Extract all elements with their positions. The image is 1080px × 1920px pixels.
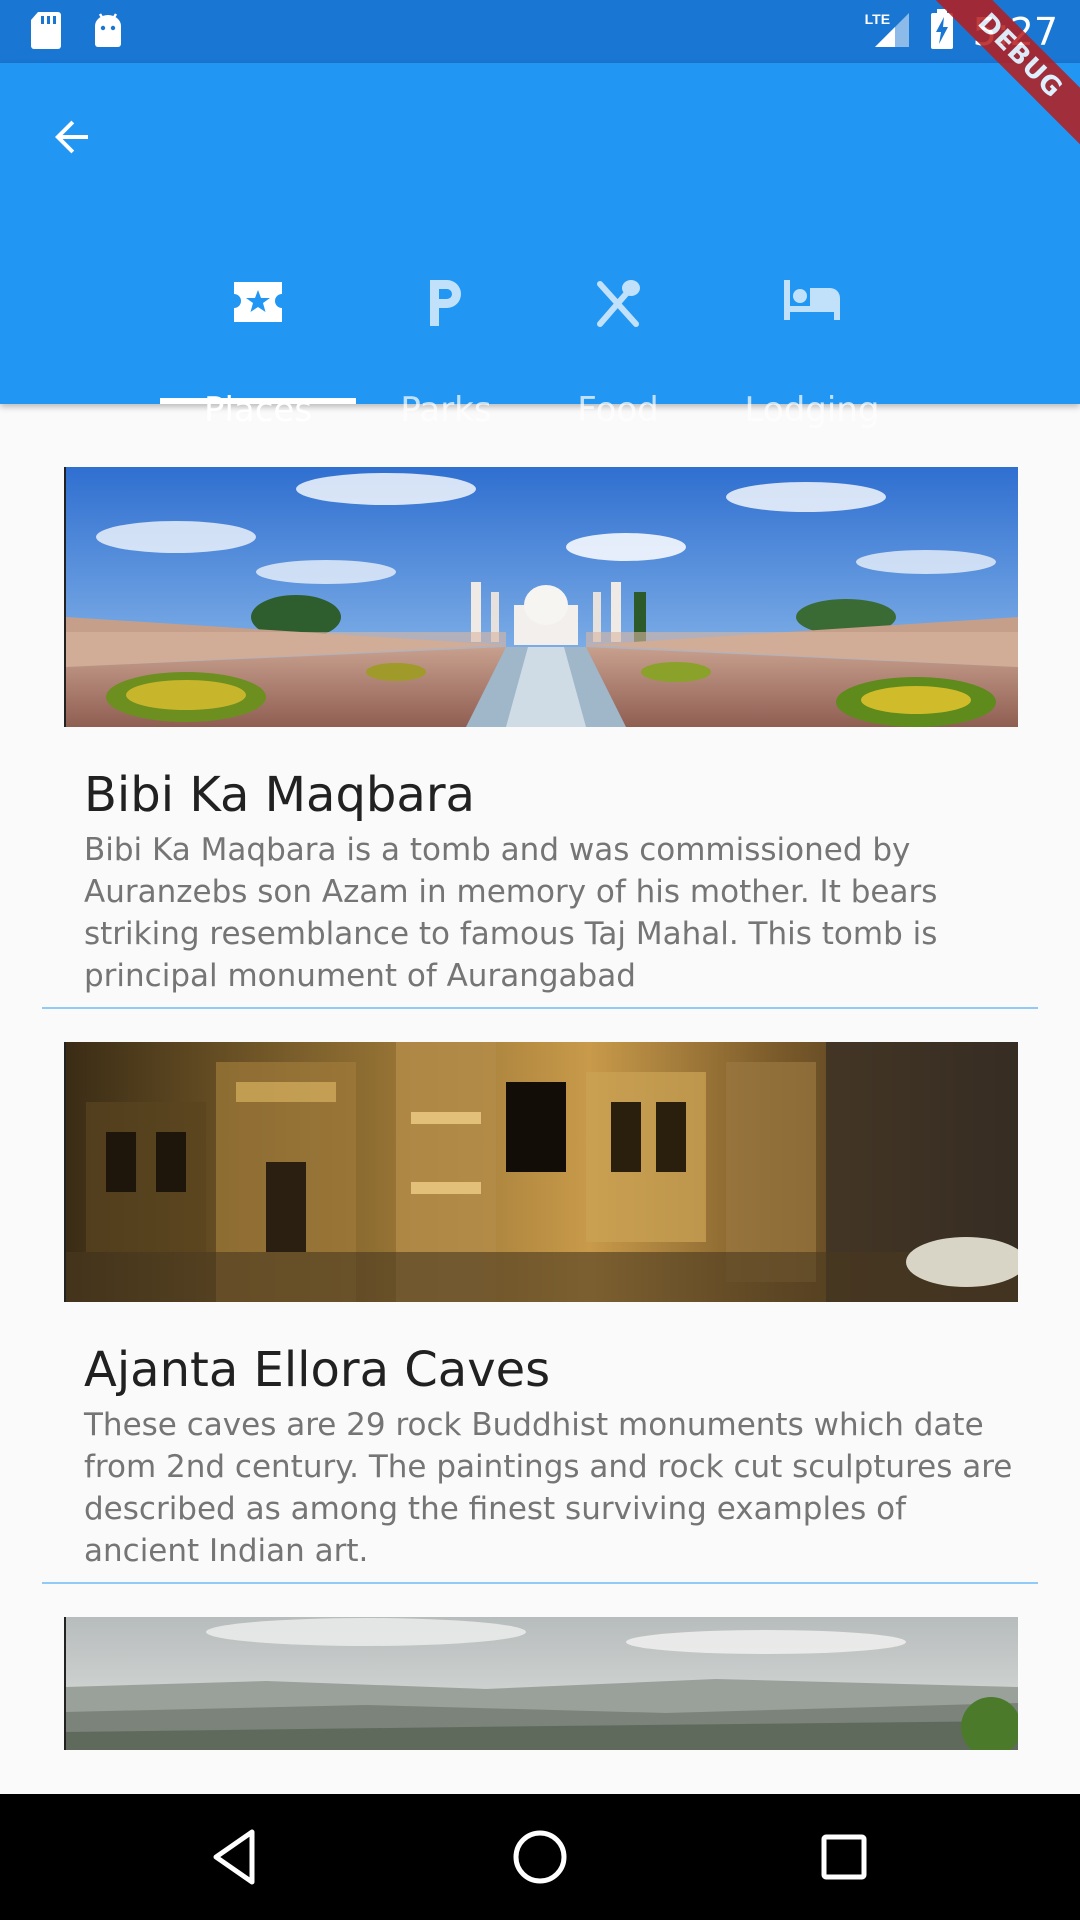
place-image-landscape	[64, 1617, 1018, 1750]
place-image-bibi-ka-maqbara	[64, 467, 1018, 727]
tab-bar: Places Parks Food Lodging	[0, 228, 1080, 430]
status-bar: LTE 5:27	[0, 0, 1080, 63]
home-circle-icon	[507, 1830, 573, 1894]
place-title: Bibi Ka Maqbara	[84, 767, 475, 823]
places-list[interactable]: Bibi Ka Maqbara Bibi Ka Maqbara is a tom…	[0, 404, 1080, 1794]
tab-food[interactable]: Food	[548, 228, 688, 430]
nav-recents-button[interactable]	[811, 1824, 877, 1890]
place-card[interactable]	[42, 1617, 1038, 1794]
local-activity-icon	[230, 278, 286, 331]
divider	[42, 1582, 1038, 1584]
place-description: Bibi Ka Maqbara is a tomb and was commis…	[84, 832, 938, 994]
nav-home-button[interactable]	[507, 1824, 573, 1890]
back-button[interactable]	[36, 103, 108, 175]
back-triangle-icon	[204, 1829, 270, 1894]
place-description: These caves are 29 rock Buddhist monumen…	[84, 1407, 1013, 1569]
navigation-bar	[0, 1794, 1080, 1920]
restaurant-icon	[592, 278, 644, 333]
signal-icon: LTE	[865, 9, 911, 54]
sd-card-icon	[30, 10, 62, 55]
network-label: LTE	[864, 11, 891, 27]
place-card[interactable]: Ajanta Ellora Caves These caves are 29 r…	[42, 1042, 1038, 1587]
divider	[42, 1007, 1038, 1009]
local-parking-icon	[426, 278, 466, 333]
tab-places[interactable]: Places	[160, 228, 356, 430]
hotel-icon	[782, 278, 842, 327]
app-bar: Places Parks Food Lodging	[0, 63, 1080, 430]
recents-square-icon	[811, 1834, 877, 1894]
android-icon	[92, 10, 124, 55]
place-title: Ajanta Ellora Caves	[84, 1342, 551, 1398]
place-card[interactable]: Bibi Ka Maqbara Bibi Ka Maqbara is a tom…	[42, 467, 1038, 1012]
arrow-back-icon	[48, 113, 96, 166]
place-image-ajanta-ellora-caves	[64, 1042, 1018, 1302]
nav-back-button[interactable]	[204, 1824, 270, 1890]
tab-parks[interactable]: Parks	[376, 228, 516, 430]
tab-lodging[interactable]: Lodging	[726, 228, 898, 430]
